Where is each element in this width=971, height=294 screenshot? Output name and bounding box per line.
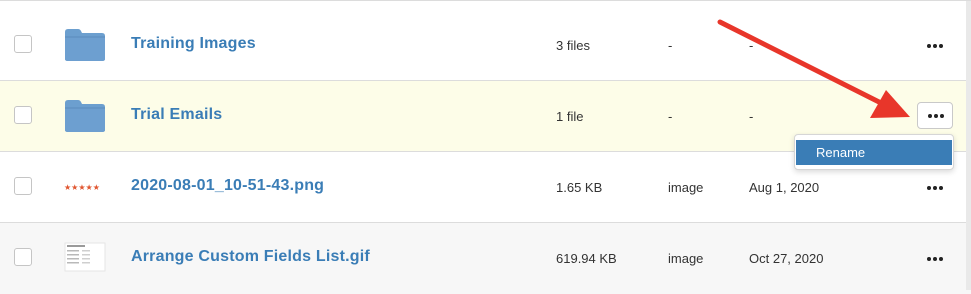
file-name-link[interactable]: Training Images	[131, 35, 256, 53]
file-date: Aug 1, 2020	[749, 180, 820, 195]
folder-icon	[65, 100, 105, 132]
file-size: 3 files	[556, 38, 590, 53]
row-checkbox[interactable]	[14, 35, 32, 53]
file-name-link[interactable]: Trial Emails	[131, 106, 222, 124]
more-options-icon[interactable]	[924, 40, 946, 52]
file-date: Oct 27, 2020	[749, 251, 824, 266]
more-options-button-active[interactable]	[917, 102, 953, 129]
file-name-link[interactable]: Arrange Custom Fields List.gif	[131, 248, 370, 266]
table-row[interactable]: Training Images 3 files - -	[0, 10, 971, 81]
row-checkbox[interactable]	[14, 177, 32, 195]
file-type: image	[668, 180, 704, 195]
more-options-icon[interactable]	[924, 182, 946, 194]
more-options-icon[interactable]	[924, 253, 946, 265]
image-thumbnail-list	[64, 242, 106, 272]
file-size: 1.65 KB	[556, 180, 603, 195]
file-size: 1 file	[556, 109, 584, 124]
rename-menu-item[interactable]: Rename	[796, 140, 952, 165]
scrollbar[interactable]	[966, 1, 971, 290]
folder-icon	[65, 29, 105, 61]
file-type: image	[668, 251, 704, 266]
svg-text:★★★★★: ★★★★★	[64, 183, 100, 192]
file-type: -	[668, 109, 673, 124]
file-name-link[interactable]: 2020-08-01_10-51-43.png	[131, 177, 324, 195]
file-date: -	[749, 38, 754, 53]
row-checkbox[interactable]	[14, 106, 32, 124]
table-row[interactable]: Arrange Custom Fields List.gif 619.94 KB…	[0, 223, 971, 294]
row-actions-dropdown: Rename	[794, 134, 954, 170]
file-date: -	[749, 109, 754, 124]
row-checkbox[interactable]	[14, 248, 32, 266]
file-size: 619.94 KB	[556, 251, 617, 266]
file-type: -	[668, 38, 673, 53]
image-thumbnail-stars: ★★★★★	[64, 183, 100, 192]
file-list: Training Images 3 files - - Trial Emails…	[0, 0, 971, 294]
